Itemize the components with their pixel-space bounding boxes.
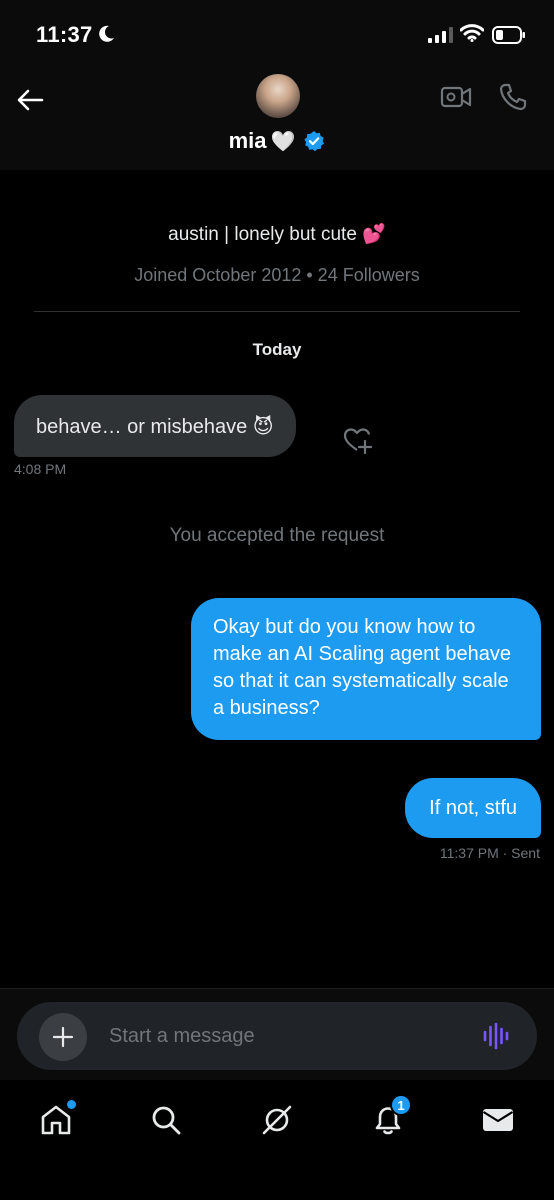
sent-message-bubble[interactable]: If not, stfu (405, 778, 541, 838)
white-heart-emoji: 🤍 (270, 130, 296, 153)
message-input[interactable] (109, 1002, 469, 1070)
home-unread-dot (67, 1100, 76, 1109)
sent-message-bubble[interactable]: Okay but do you know how to make an AI S… (191, 598, 541, 740)
battery-icon (492, 26, 525, 44)
arrow-left-icon (17, 89, 44, 111)
request-accepted-notice: You accepted the request (169, 525, 385, 546)
moon-icon (99, 25, 114, 42)
profile-bio: austin | lonely but cute 💕 (168, 224, 386, 245)
divider (34, 311, 520, 312)
heart-plus-icon (343, 428, 373, 455)
nav-home[interactable] (36, 1100, 76, 1140)
profile-joined-followers: Joined October 2012 • 24 Followers (134, 265, 420, 285)
notification-count-badge: 1 (390, 1094, 412, 1116)
nav-messages[interactable] (478, 1100, 518, 1140)
video-call-button[interactable] (440, 84, 472, 115)
add-media-button[interactable] (39, 1013, 87, 1061)
status-bar: 11:37 (0, 0, 554, 64)
received-message-time: 4:08 PM (14, 461, 67, 477)
contact-name-row[interactable]: mia 🤍 (0, 128, 554, 154)
signal-icon (428, 27, 453, 43)
message-composer (17, 1002, 537, 1070)
status-time: 11:37 (36, 22, 93, 47)
voice-waveform-icon (483, 1022, 509, 1050)
nav-notifications[interactable]: 1 (368, 1094, 412, 1140)
add-reaction-button[interactable] (342, 425, 374, 460)
grok-icon (262, 1105, 292, 1135)
video-camera-icon (440, 86, 472, 108)
voice-message-button[interactable] (482, 1022, 510, 1055)
conversation-header: mia 🤍 (0, 64, 554, 170)
envelope-icon (482, 1109, 514, 1131)
back-button[interactable] (14, 84, 46, 116)
voice-call-button[interactable] (498, 82, 528, 117)
phone-icon (499, 83, 527, 111)
wifi-icon (460, 24, 484, 42)
received-message-bubble[interactable]: behave… or misbehave 😈 (14, 395, 296, 457)
sent-message-status: 11:37 PM · Sent (439, 845, 540, 861)
home-indicator (206, 1186, 348, 1191)
verified-badge-icon (304, 131, 325, 152)
nav-search[interactable] (146, 1100, 186, 1140)
bottom-navigation: 1 (0, 1080, 554, 1200)
contact-name: mia (228, 128, 267, 153)
day-separator: Today (252, 340, 302, 359)
avatar[interactable] (256, 74, 300, 118)
plus-icon (52, 1026, 74, 1048)
search-icon (152, 1106, 181, 1135)
nav-grok[interactable] (257, 1100, 297, 1140)
composer-bar (0, 988, 554, 1080)
